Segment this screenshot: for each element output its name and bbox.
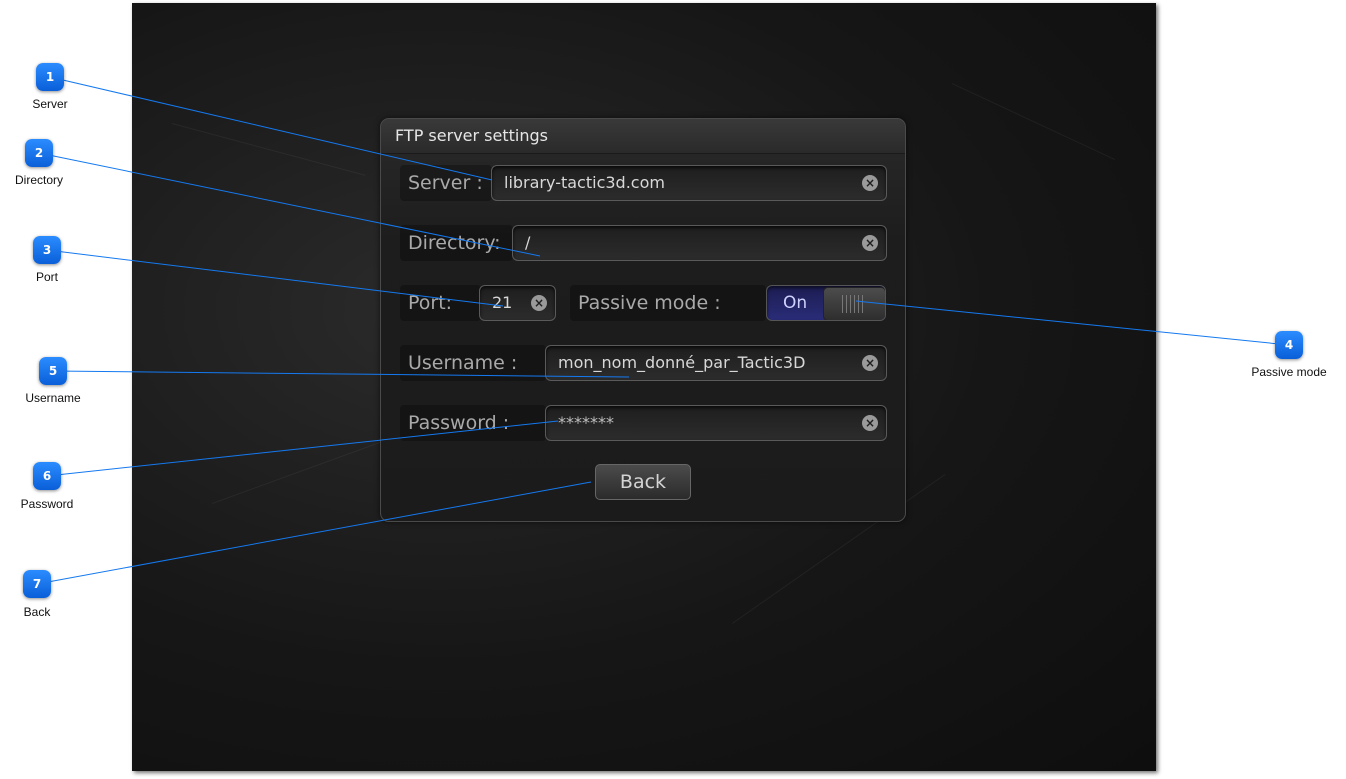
directory-label: Directory: (400, 225, 513, 261)
callout-label: Password (20, 497, 74, 511)
password-value: ******* (558, 413, 614, 432)
toggle-state: On (783, 293, 808, 313)
username-input[interactable]: mon_nom_donné_par_Tactic3D × (545, 345, 887, 381)
callout-badge: 5 (39, 357, 67, 385)
server-input[interactable]: library-tactic3d.com × (491, 165, 887, 201)
clear-icon[interactable]: × (531, 295, 547, 311)
callout-label: Server (32, 97, 68, 111)
callout-badge: 2 (25, 139, 53, 167)
callout-badge: 3 (33, 236, 61, 264)
server-label: Server : (400, 165, 492, 201)
port-input[interactable]: 21 × (479, 285, 556, 321)
password-input[interactable]: ******* × (545, 405, 887, 441)
clear-icon[interactable]: × (862, 235, 878, 251)
toggle-knob[interactable] (823, 287, 885, 320)
callout-badge: 6 (33, 462, 61, 490)
password-label: Password : (400, 405, 546, 441)
callout-badge: 7 (23, 570, 51, 598)
callout-label: Username (25, 391, 81, 405)
dialog-title: FTP server settings (395, 126, 548, 145)
directory-input[interactable]: / × (512, 225, 887, 261)
directory-value: / (525, 233, 531, 252)
back-button[interactable]: Back (595, 464, 691, 500)
username-value: mon_nom_donné_par_Tactic3D (558, 353, 806, 372)
callout-label: Port (35, 270, 58, 284)
port-value: 21 (492, 293, 513, 312)
passive-mode-label: Passive mode : (570, 285, 766, 321)
callout-badge: 4 (1275, 331, 1303, 359)
dialog-header: FTP server settings (381, 119, 905, 154)
passive-mode-toggle[interactable]: On (766, 285, 886, 321)
callout-label: Back (23, 605, 51, 619)
username-label: Username : (400, 345, 546, 381)
clear-icon[interactable]: × (862, 415, 878, 431)
callout-badge: 1 (36, 63, 64, 91)
clear-icon[interactable]: × (862, 355, 878, 371)
clear-icon[interactable]: × (862, 175, 878, 191)
port-label: Port: (400, 285, 481, 321)
callout-label: Passive mode (1251, 365, 1327, 379)
server-value: library-tactic3d.com (504, 173, 665, 192)
callout-label: Directory (14, 173, 63, 187)
